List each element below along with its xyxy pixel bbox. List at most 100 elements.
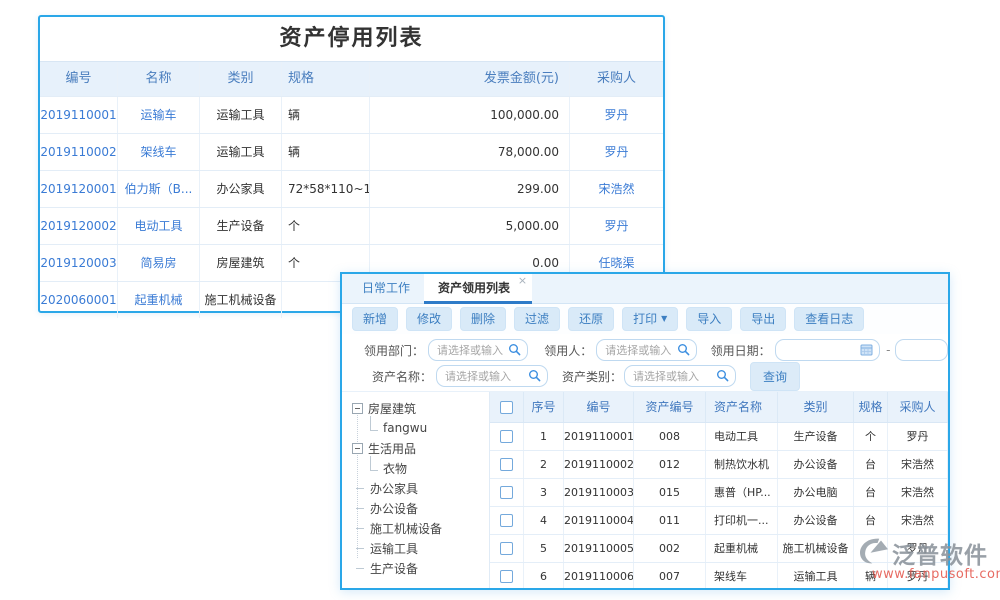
select-all-checkbox[interactable] <box>500 401 513 414</box>
table-cell[interactable]: 2019110002 <box>40 134 118 170</box>
user-input[interactable]: 请选择或输入 <box>596 339 696 361</box>
asset-name-input[interactable]: 请选择或输入 <box>436 365 548 387</box>
row-checkbox[interactable] <box>500 430 513 443</box>
table-cell[interactable]: 2019110004 <box>564 507 634 534</box>
tree-item[interactable]: 运输工具 <box>352 538 489 558</box>
toolbar: 新增修改删除过滤还原打印▼ 导入导出查看日志 <box>342 304 948 334</box>
table-cell: 办公设备 <box>778 451 854 478</box>
table-cell[interactable]: 宋浩然 <box>570 171 663 207</box>
search-icon[interactable] <box>677 343 690 359</box>
table-cell[interactable]: 电动工具 <box>706 423 778 450</box>
table-cell[interactable]: 打印机一... <box>706 507 778 534</box>
tab-daily-work[interactable]: 日常工作 <box>348 274 424 303</box>
table-cell[interactable]: 宋浩然 <box>888 479 948 506</box>
user-placeholder: 请选择或输入 <box>605 342 671 358</box>
toolbar-button[interactable]: 还原 <box>568 307 614 331</box>
tree-item[interactable]: 衣物 <box>365 458 489 478</box>
tab-bar: 日常工作 资产领用列表 × <box>342 274 948 304</box>
table-cell[interactable]: 伯力斯（B... <box>118 171 200 207</box>
table-cell[interactable]: 罗丹 <box>570 208 663 244</box>
toolbar-button[interactable]: 导出 <box>740 307 786 331</box>
row-checkbox[interactable] <box>500 514 513 527</box>
table-cell[interactable]: 011 <box>634 507 706 534</box>
row-checkbox[interactable] <box>500 486 513 499</box>
table-cell[interactable]: 2019110003 <box>564 479 634 506</box>
table-cell[interactable]: 运输车 <box>118 97 200 133</box>
table-cell[interactable]: 2019110005 <box>564 535 634 562</box>
date-from-input[interactable] <box>775 339 881 361</box>
tree-item[interactable]: 施工机械设备 <box>352 518 489 538</box>
table-cell: 生产设备 <box>778 423 854 450</box>
table-cell[interactable]: 2019120001 <box>40 171 118 207</box>
tree-connector <box>356 548 364 549</box>
toolbar-button[interactable]: 修改 <box>406 307 452 331</box>
toolbar-button[interactable]: 过滤 <box>514 307 560 331</box>
asset-type-input[interactable]: 请选择或输入 <box>624 365 736 387</box>
tree-connector <box>370 416 378 431</box>
table-cell: 2 <box>524 451 564 478</box>
tree-item[interactable]: 办公设备 <box>352 498 489 518</box>
date-to-input[interactable] <box>895 339 948 361</box>
table-cell[interactable]: 2019120003 <box>40 245 118 281</box>
table-cell[interactable]: 罗丹 <box>888 423 948 450</box>
toolbar-button-label: 打印 <box>633 313 657 325</box>
table-cell[interactable]: 2019110006 <box>564 563 634 588</box>
table-cell[interactable]: 012 <box>634 451 706 478</box>
dept-input[interactable]: 请选择或输入 <box>428 339 528 361</box>
table-cell[interactable]: 起重机械 <box>118 282 200 318</box>
table-cell[interactable]: 2019120002 <box>40 208 118 244</box>
table-cell[interactable]: 起重机械 <box>706 535 778 562</box>
collapse-icon[interactable] <box>352 403 363 414</box>
calendar-icon[interactable] <box>860 343 873 359</box>
table-cell[interactable]: 002 <box>634 535 706 562</box>
search-icon[interactable] <box>716 369 729 385</box>
toolbar-button[interactable]: 查看日志 <box>794 307 864 331</box>
tree-connector <box>356 508 364 509</box>
table-cell: 施工机械设备 <box>200 282 282 318</box>
filter-row-1: 领用部门： 请选择或输入 领用人： 请选择或输入 领用日期： - <box>364 337 948 363</box>
table-cell[interactable]: 制热饮水机 <box>706 451 778 478</box>
watermark-top: 泛普软件 <box>858 536 1000 570</box>
table-cell[interactable]: 惠普（HP... <box>706 479 778 506</box>
watermark-brand: 泛普软件 <box>892 536 988 570</box>
checkbox-cell <box>490 507 524 534</box>
collapse-icon[interactable] <box>352 443 363 454</box>
filter-form: 领用部门： 请选择或输入 领用人： 请选择或输入 领用日期： - 资产名称： <box>342 334 948 392</box>
close-icon[interactable]: × <box>518 275 527 287</box>
toolbar-button[interactable]: 导入 <box>686 307 732 331</box>
search-icon[interactable] <box>508 343 521 359</box>
table-cell[interactable]: 架线车 <box>118 134 200 170</box>
table-cell[interactable]: 罗丹 <box>570 134 663 170</box>
column-header: 规格 <box>854 392 888 422</box>
table-cell[interactable]: 架线车 <box>706 563 778 588</box>
table-cell[interactable]: 007 <box>634 563 706 588</box>
table-cell: 办公电脑 <box>778 479 854 506</box>
tree-item[interactable]: 办公家具 <box>352 478 489 498</box>
tree-item[interactable]: 生产设备 <box>352 558 489 578</box>
table-cell[interactable]: 2019110001 <box>40 97 118 133</box>
table-header-row: 编号名称类别规格发票金额(元)采购人 <box>40 61 663 96</box>
table-cell[interactable]: 宋浩然 <box>888 507 948 534</box>
tree-item-label: 生活用品 <box>368 440 416 457</box>
page-title: 资产停用列表 <box>40 17 663 61</box>
row-checkbox[interactable] <box>500 542 513 555</box>
table-cell[interactable]: 2019110002 <box>564 451 634 478</box>
table-cell[interactable]: 2020060001 <box>40 282 118 318</box>
row-checkbox[interactable] <box>500 458 513 471</box>
tab-asset-requisition-list[interactable]: 资产领用列表 × <box>424 274 532 303</box>
table-cell[interactable]: 宋浩然 <box>888 451 948 478</box>
row-checkbox[interactable] <box>500 570 513 583</box>
table-cell: 运输工具 <box>200 97 282 133</box>
toolbar-button[interactable]: 打印▼ <box>622 307 678 331</box>
table-cell[interactable]: 015 <box>634 479 706 506</box>
toolbar-button[interactable]: 新增 <box>352 307 398 331</box>
table-cell[interactable]: 008 <box>634 423 706 450</box>
table-cell[interactable]: 电动工具 <box>118 208 200 244</box>
tree-item[interactable]: fangwu <box>365 418 489 438</box>
query-button[interactable]: 查询 <box>750 362 800 391</box>
table-cell[interactable]: 2019110001 <box>564 423 634 450</box>
table-cell[interactable]: 罗丹 <box>570 97 663 133</box>
search-icon[interactable] <box>528 369 541 385</box>
table-cell[interactable]: 简易房 <box>118 245 200 281</box>
toolbar-button[interactable]: 删除 <box>460 307 506 331</box>
